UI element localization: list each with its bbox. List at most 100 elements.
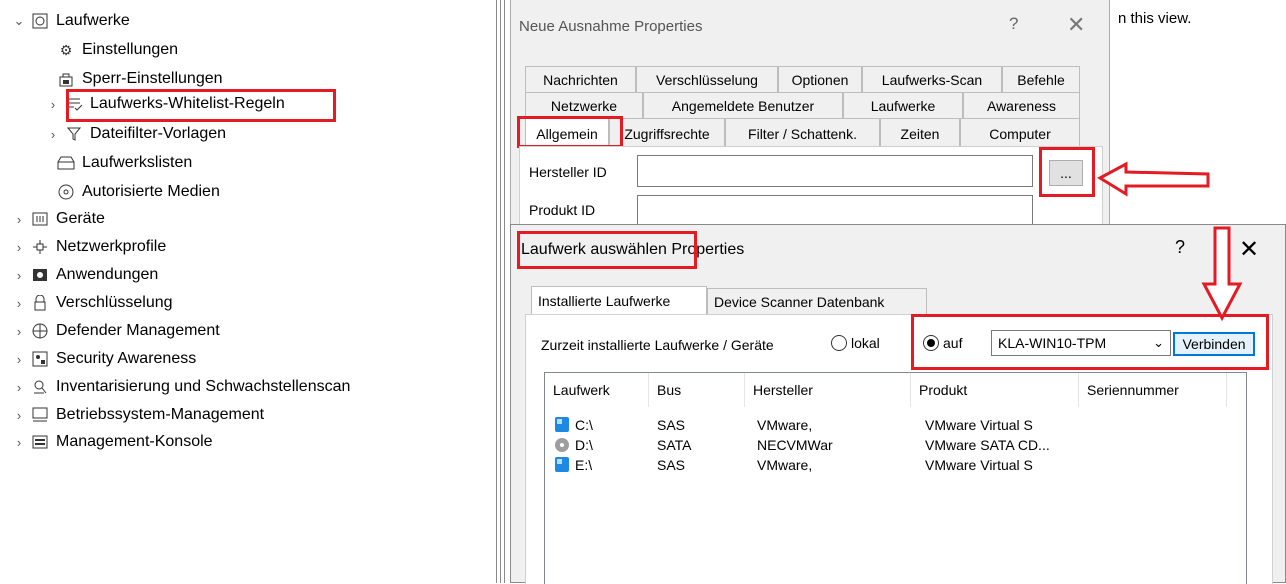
app-icon xyxy=(30,266,50,284)
chevron-right-icon[interactable]: › xyxy=(12,296,26,311)
radio-remote[interactable]: auf xyxy=(923,335,962,351)
tab-angemeldete-benutzer[interactable]: Angemeldete Benutzer xyxy=(643,92,843,118)
tree-item-security-awareness[interactable]: › Security Awareness xyxy=(12,346,196,372)
tab-awareness[interactable]: Awareness xyxy=(963,92,1080,118)
tab-filter-schattenkopie[interactable]: Filter / Schattenk. xyxy=(725,118,880,148)
chevron-right-icon[interactable]: › xyxy=(12,240,26,255)
tree-item-inventarisierung[interactable]: › Inventarisierung und Schwachstellensca… xyxy=(12,374,351,400)
tab-computer[interactable]: Computer xyxy=(960,118,1080,148)
tree-item-management-konsole[interactable]: › Management-Konsole xyxy=(12,429,213,455)
shield-icon xyxy=(30,322,50,340)
tree-item-einstellungen[interactable]: ⚙ Einstellungen xyxy=(52,37,178,63)
product-id-input[interactable] xyxy=(637,195,1033,227)
close-icon[interactable]: ✕ xyxy=(1067,12,1085,38)
tree-item-geraete[interactable]: › Geräte xyxy=(12,206,105,232)
tray-icon xyxy=(56,154,76,172)
lock-icon xyxy=(56,70,76,88)
cell-drive: C:\ xyxy=(575,417,593,433)
tree-item-label: Laufwerke xyxy=(56,12,130,29)
tree-item-anwendungen[interactable]: › Anwendungen xyxy=(12,262,158,288)
help-button[interactable]: ? xyxy=(1009,14,1018,34)
table-row[interactable]: D:\ SATA NECVMWar VMware SATA CD... xyxy=(545,435,1235,455)
tree-item-label: Defender Management xyxy=(56,322,220,339)
tab-nachrichten[interactable]: Nachrichten xyxy=(525,66,636,92)
tab-installierte-laufwerke[interactable]: Installierte Laufwerke xyxy=(531,286,707,314)
tab-device-scanner-db[interactable]: Device Scanner Datenbank xyxy=(707,288,927,314)
chevron-right-icon[interactable]: › xyxy=(46,127,60,142)
chevron-right-icon[interactable]: › xyxy=(12,380,26,395)
highlight-box xyxy=(517,116,623,148)
tree-item-label: Anwendungen xyxy=(56,266,159,283)
column-header-bus[interactable]: Bus xyxy=(649,373,745,407)
tab-row-1: Nachrichten Verschlüsselung Optionen Lau… xyxy=(525,66,1080,92)
tree-item-label: Betriebssystem-Management xyxy=(56,406,265,423)
tab-laufwerke[interactable]: Laufwerke xyxy=(843,92,963,118)
monitor-icon xyxy=(30,406,50,424)
dialog-title: Neue Ausnahme Properties xyxy=(519,18,703,35)
tree-item-label: Management-Konsole xyxy=(56,433,213,450)
chevron-right-icon[interactable]: › xyxy=(12,324,26,339)
connect-button[interactable]: Verbinden xyxy=(1173,332,1255,356)
column-header-product[interactable]: Produkt xyxy=(911,373,1079,407)
column-header-drive[interactable]: Laufwerk xyxy=(545,373,649,407)
chevron-right-icon[interactable]: › xyxy=(12,435,26,450)
host-combobox[interactable]: KLA-WIN10-TPM ⌄ xyxy=(991,330,1171,356)
tree-item-dateifilter-vorlagen[interactable]: › Dateifilter-Vorlagen xyxy=(51,121,226,147)
tree-item-label: Netzwerkprofile xyxy=(56,238,167,255)
pane-splitter[interactable] xyxy=(490,0,510,583)
tree-item-laufwerkslisten[interactable]: Laufwerkslisten xyxy=(52,150,192,176)
chevron-right-icon[interactable]: › xyxy=(12,212,26,227)
tab-optionen[interactable]: Optionen xyxy=(778,66,862,92)
network-icon xyxy=(30,238,50,256)
tab-befehle[interactable]: Befehle xyxy=(1002,66,1080,92)
background-window-text: n this view. xyxy=(1118,10,1192,27)
lock-icon xyxy=(30,294,50,312)
table-row[interactable]: E:\ SAS VMware, VMware Virtual S xyxy=(545,455,1235,475)
cell-product: VMware Virtual S xyxy=(925,417,1033,433)
chevron-right-icon[interactable]: › xyxy=(12,408,26,423)
tree-item-netzwerkprofile[interactable]: › Netzwerkprofile xyxy=(12,234,166,260)
installed-devices-label: Zurzeit installierte Laufwerke / Geräte xyxy=(541,337,774,353)
disc-icon xyxy=(56,183,76,201)
chevron-down-icon[interactable]: ⌄ xyxy=(1153,335,1164,351)
cell-bus: SAS xyxy=(657,457,686,473)
radio-local[interactable]: lokal xyxy=(831,335,880,351)
tree-item-label: Autorisierte Medien xyxy=(82,183,220,200)
tree-item-defender[interactable]: › Defender Management xyxy=(12,318,220,344)
cell-vendor: NECVMWar xyxy=(757,437,833,453)
column-header-vendor[interactable]: Hersteller xyxy=(745,373,911,407)
select-drive-dialog: Laufwerk auswählen Properties ? ✕ Instal… xyxy=(510,224,1286,584)
tree-item-autorisierte-medien[interactable]: Autorisierte Medien xyxy=(52,179,220,205)
tab-zugriffsrechte[interactable]: Zugriffsrechte xyxy=(609,118,725,148)
tree-item-verschluesselung[interactable]: › Verschlüsselung xyxy=(12,290,173,316)
awareness-icon xyxy=(30,350,50,368)
tab-laufwerks-scan[interactable]: Laufwerks-Scan xyxy=(862,66,1002,92)
chevron-right-icon[interactable]: › xyxy=(12,268,26,283)
tab-netzwerke[interactable]: Netzwerke xyxy=(525,92,643,118)
cell-drive: E:\ xyxy=(575,457,593,473)
vendor-id-input[interactable] xyxy=(637,155,1033,187)
chevron-right-icon[interactable]: › xyxy=(12,352,26,367)
tree-item-label: Sperr-Einstellungen xyxy=(82,70,223,87)
tab-verschluesselung[interactable]: Verschlüsselung xyxy=(636,66,778,92)
chevron-right-icon[interactable]: › xyxy=(46,97,60,112)
table-row[interactable]: C:\ SAS VMware, VMware Virtual S xyxy=(545,415,1235,435)
disk-icon xyxy=(555,457,569,472)
product-id-label: Produkt ID xyxy=(529,202,596,218)
radio-circle[interactable] xyxy=(831,335,847,351)
tree-item-laufwerke[interactable]: ⌄ Laufwerke xyxy=(12,8,130,34)
cell-bus: SATA xyxy=(657,437,692,453)
highlight-box xyxy=(1039,147,1095,197)
vendor-id-label: Hersteller ID xyxy=(529,164,607,180)
disk-icon xyxy=(555,417,569,432)
filter-icon xyxy=(64,125,84,143)
drive-icon xyxy=(30,12,50,30)
tree-item-betriebssystem[interactable]: › Betriebssystem-Management xyxy=(12,402,264,428)
chevron-down-icon[interactable]: ⌄ xyxy=(12,13,26,29)
radio-circle-selected[interactable] xyxy=(923,335,939,351)
tab-zeiten[interactable]: Zeiten xyxy=(880,118,960,148)
gear-icon: ⚙ xyxy=(59,41,73,58)
help-button[interactable]: ? xyxy=(1175,237,1185,258)
column-header-serial[interactable]: Seriennummer xyxy=(1079,373,1227,407)
cell-product: VMware SATA CD... xyxy=(925,437,1050,453)
